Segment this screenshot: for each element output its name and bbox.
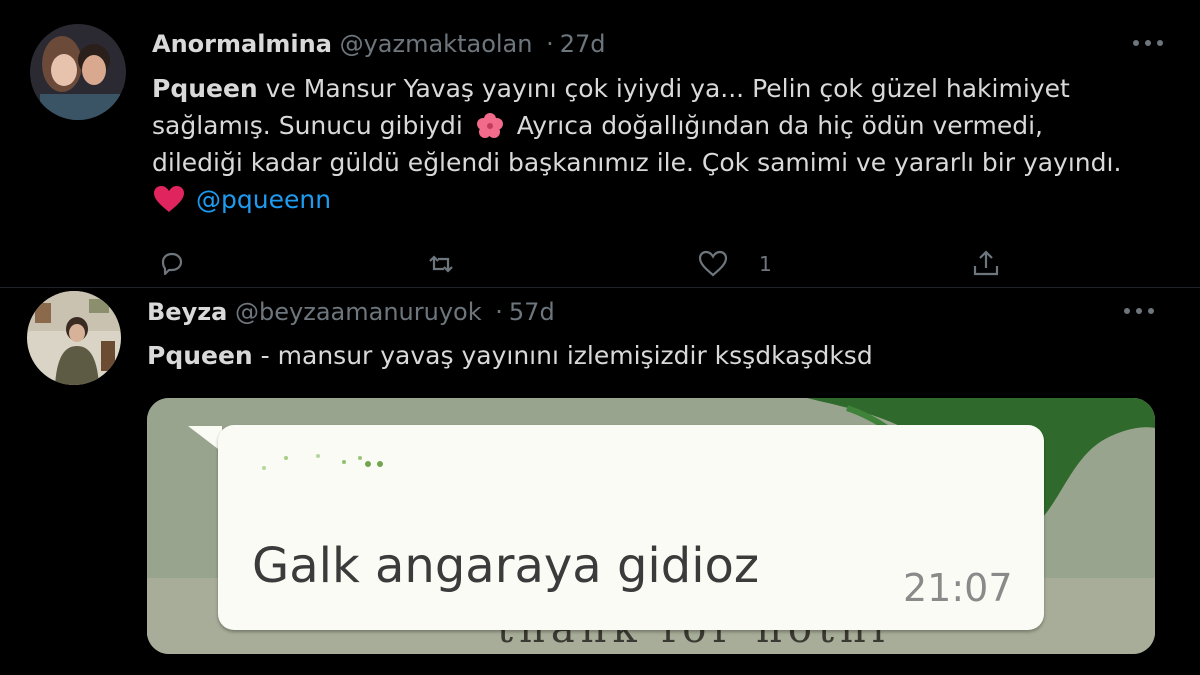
avatar-image (27, 291, 121, 385)
display-name[interactable]: Anormalmina (152, 30, 332, 58)
more-icon[interactable] (1124, 306, 1158, 316)
share-icon[interactable] (970, 248, 1002, 280)
tweet-text: Pqueen ve Mansur Yavaş yayını çok iyiydi… (152, 70, 1182, 218)
separator: · (495, 298, 503, 326)
tweet-header: Anormalmina @yazmaktaolan · 27d (152, 30, 606, 58)
tweet-tag: Pqueen (152, 74, 258, 103)
tweet-age[interactable]: 27d (560, 30, 606, 58)
text-line: dilediği kadar güldü eğlendi başkanımız … (152, 148, 1122, 177)
text-line: - mansur yavaş yayınını izlemişizdir ksş… (252, 341, 873, 370)
like-icon[interactable] (697, 248, 729, 280)
reply-icon[interactable] (156, 248, 188, 280)
tweet-line-2: sağlamış. Sunucu gibiydi Ayrıca doğallığ… (152, 107, 1182, 144)
heart-emoji (154, 186, 184, 212)
text-line: ve Mansur Yavaş yayını çok iyiydi ya... … (257, 74, 1070, 103)
tweet-header: Beyza @beyzaamanuruyok · 57d (147, 298, 555, 326)
text-line: sağlamış. Sunucu gibiydi (152, 111, 463, 140)
blurred-sender-name (262, 454, 383, 470)
handle[interactable]: @yazmaktaolan (340, 30, 533, 58)
avatar-image (30, 24, 126, 120)
text-line: Ayrıca doğallığından da hiç ödün vermedi… (516, 111, 1043, 140)
retweet-icon[interactable] (425, 248, 457, 280)
more-icon[interactable] (1133, 38, 1167, 48)
avatar[interactable] (27, 291, 121, 385)
tweet-tag: Pqueen (147, 341, 253, 370)
avatar[interactable] (30, 24, 126, 120)
tweet-age[interactable]: 57d (509, 298, 555, 326)
chat-bubble-tail (188, 426, 222, 452)
tweet-text: Pqueen - mansur yavaş yayınını izlemişiz… (147, 337, 1177, 374)
hibiscus-emoji (476, 113, 503, 138)
handle[interactable]: @beyzaamanuruyok (235, 298, 482, 326)
display-name[interactable]: Beyza (147, 298, 227, 326)
like-count[interactable]: 1 (759, 252, 772, 276)
chat-message-text: Galk angaraya gidioz (252, 538, 760, 594)
mention-link[interactable]: @pqueenn (196, 185, 331, 214)
tweet-line-1: Pqueen ve Mansur Yavaş yayını çok iyiydi… (152, 70, 1182, 107)
tweet-line-3: dilediği kadar güldü eğlendi başkanımız … (152, 144, 1182, 181)
separator: · (546, 30, 554, 58)
tweet-1[interactable]: Anormalmina @yazmaktaolan · 27d Pqueen ve… (0, 0, 1200, 290)
tweet-line-4: @pqueenn (152, 181, 1182, 218)
chat-timestamp: 21:07 (903, 566, 1013, 610)
